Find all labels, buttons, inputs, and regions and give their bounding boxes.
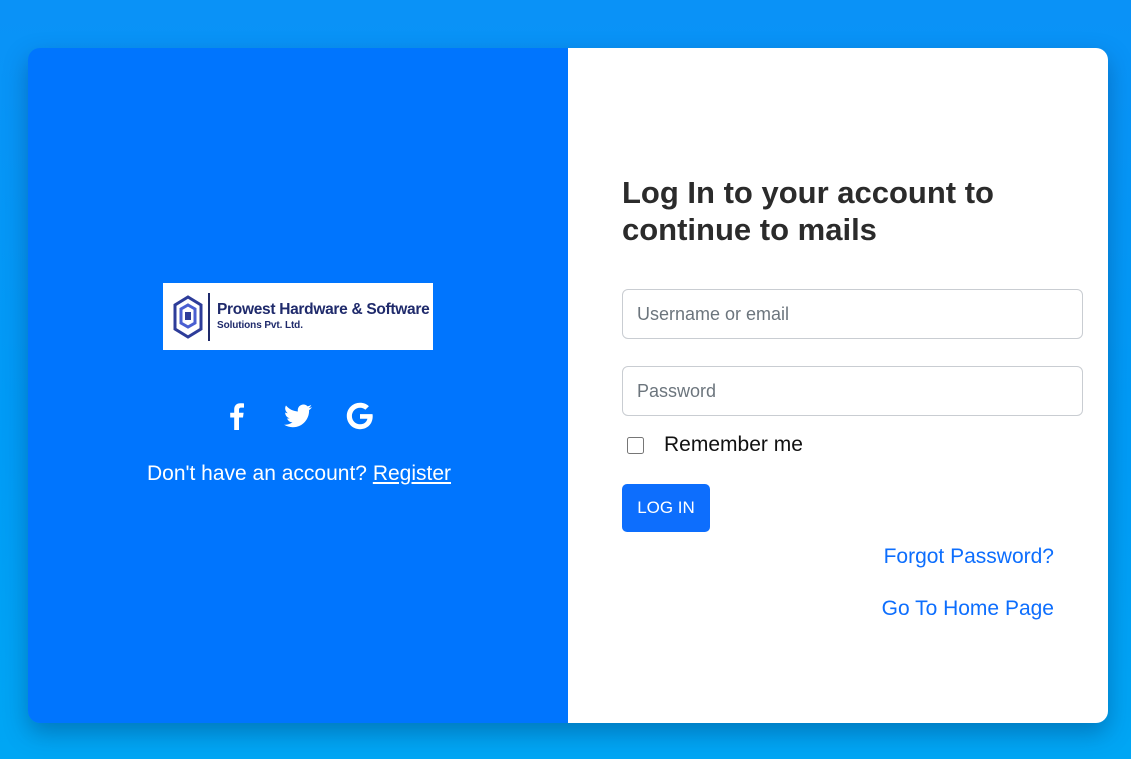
remember-me-row[interactable]: Remember me	[627, 433, 803, 457]
register-prompt: Don't have an account? Register	[28, 462, 568, 486]
google-icon[interactable]	[344, 400, 376, 432]
password-input[interactable]	[622, 366, 1083, 416]
brand-panel: Prowest Hardware & Software Solutions Pv…	[28, 48, 568, 723]
login-panel: Log In to your account to continue to ma…	[568, 48, 1108, 723]
register-prompt-text: Don't have an account?	[146, 462, 367, 485]
register-link[interactable]: Register	[373, 462, 451, 485]
login-card: Prowest Hardware & Software Solutions Pv…	[28, 48, 1108, 723]
logo-mark-icon	[172, 294, 204, 340]
logo-company-suffix: Solutions Pvt. Ltd.	[217, 320, 303, 332]
remember-me-checkbox[interactable]	[627, 436, 644, 454]
home-page-link[interactable]: Go To Home Page	[882, 597, 1054, 621]
username-input[interactable]	[622, 289, 1083, 339]
login-heading: Log In to your account to continue to ma…	[622, 175, 994, 247]
facebook-icon[interactable]	[220, 400, 252, 432]
login-button[interactable]: LOG IN	[622, 484, 710, 532]
company-logo: Prowest Hardware & Software Solutions Pv…	[163, 283, 433, 350]
logo-divider	[208, 292, 210, 341]
forgot-password-link[interactable]: Forgot Password?	[884, 545, 1054, 569]
remember-me-label: Remember me	[664, 433, 803, 456]
twitter-icon[interactable]	[282, 400, 314, 432]
social-login-row	[28, 400, 568, 432]
logo-company-name: Prowest Hardware & Software	[217, 300, 430, 318]
logo-text: Prowest Hardware & Software Solutions Pv…	[217, 300, 430, 332]
